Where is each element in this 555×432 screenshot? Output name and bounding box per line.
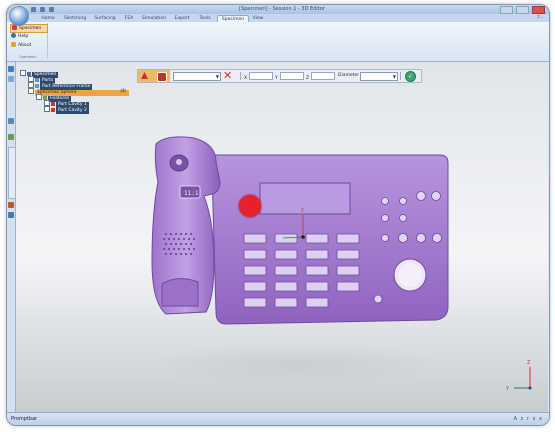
earpiece-dot (176, 159, 182, 165)
help-icon[interactable]: ? - (537, 15, 543, 21)
shield-icon[interactable] (157, 72, 167, 82)
diameter-select[interactable]: ▼ (360, 72, 398, 81)
tab-view[interactable]: View (249, 15, 267, 22)
ribbon-group-specimen: Specimen Help About Specimen (9, 23, 48, 59)
x-coordinate: X (244, 72, 273, 81)
tab-home[interactable]: Home (37, 15, 59, 22)
nav-dial-center (398, 263, 422, 287)
handset-base (161, 278, 199, 307)
display-icon[interactable] (8, 202, 14, 208)
layers-icon[interactable] (8, 76, 14, 82)
tab-fea[interactable]: FEA (121, 15, 137, 22)
undo-icon[interactable] (39, 7, 45, 12)
status-bar: Promptbar A z r x x (7, 412, 549, 425)
tab-export[interactable]: Export (171, 15, 193, 22)
chevron-down-icon: ▼ (392, 74, 396, 79)
specimen-type-select[interactable]: ▼ (173, 72, 221, 81)
quick-access-toolbar (31, 7, 67, 12)
diameter-label: Diameter (338, 73, 360, 78)
tab-surfacing[interactable]: Surfacing (91, 15, 119, 22)
question-icon (11, 33, 16, 38)
vertical-panel-tab[interactable] (8, 147, 16, 199)
help-button[interactable]: Help (10, 33, 46, 40)
3d-viewport[interactable]: 11:1 Z Z Y Specimen Parts Part Reference… (16, 62, 548, 412)
tab-sketching[interactable]: Sketching (61, 15, 89, 22)
application-menu-button[interactable] (9, 6, 29, 26)
properties-icon[interactable] (8, 118, 14, 124)
tab-tools[interactable]: Tools (195, 15, 215, 22)
command-bar: ▼ ✕ X Y Z Diameter ▼ ✓ (137, 69, 422, 83)
window-title: [Specimen] - Session 1 - 3D Editor (239, 6, 325, 12)
command-bar-handle (138, 70, 170, 82)
app-window: [Specimen] - Session 1 - 3D Editor Home … (6, 4, 550, 426)
tree-item-part-cavity-2[interactable]: Part Cavity 2 (20, 106, 130, 114)
analysis-icon[interactable] (8, 212, 14, 218)
ribbon-panel: Specimen Help About Specimen (7, 22, 549, 62)
y-coordinate: Y (275, 72, 304, 81)
axis-y-label: Y (505, 386, 510, 392)
display-badge-text: 11:1 (184, 190, 199, 197)
separator (240, 72, 241, 80)
about-button[interactable]: About (10, 42, 46, 49)
minimize-button[interactable] (500, 6, 514, 14)
info-icon (11, 42, 16, 47)
cavity-icon (51, 108, 55, 112)
title-bar: [Specimen] - Session 1 - 3D Editor (7, 5, 549, 14)
close-button[interactable] (532, 6, 545, 14)
model-reflection (146, 343, 446, 387)
x-input[interactable] (249, 72, 273, 80)
lcd-window (259, 182, 351, 215)
left-tool-strip (7, 62, 16, 412)
prompt-bar: Promptbar (11, 416, 38, 422)
status-icons[interactable]: A z r x x (514, 416, 543, 422)
z-input[interactable] (311, 72, 335, 80)
separator (400, 72, 401, 80)
model-tree: Specimen Parts Part Reference Frame Spec… (20, 70, 130, 114)
cancel-x-icon[interactable]: ✕ (223, 70, 232, 82)
model-triad-z-label: Z (301, 208, 304, 213)
specimen-sphere-marker[interactable] (239, 195, 261, 217)
y-input[interactable] (280, 72, 304, 80)
axis-z-label: Z (527, 360, 531, 366)
save-icon[interactable] (31, 7, 36, 12)
redo-icon[interactable] (48, 7, 54, 12)
phone-model[interactable]: 11:1 Z Z Y (16, 62, 548, 412)
z-coordinate: Z (306, 72, 335, 81)
model-tree-icon[interactable] (8, 66, 14, 72)
accept-icon[interactable]: ✓ (405, 71, 416, 82)
maximize-button[interactable] (516, 6, 530, 14)
checkbox[interactable] (44, 106, 50, 112)
world-axis-triad (514, 367, 532, 390)
chevron-down-icon: ▼ (215, 74, 219, 79)
specimen-tool-icon[interactable] (141, 72, 148, 79)
ribbon-group-label: Specimen (19, 55, 37, 59)
tab-simulation[interactable]: Simulation (139, 15, 169, 22)
measure-icon[interactable] (8, 134, 14, 140)
